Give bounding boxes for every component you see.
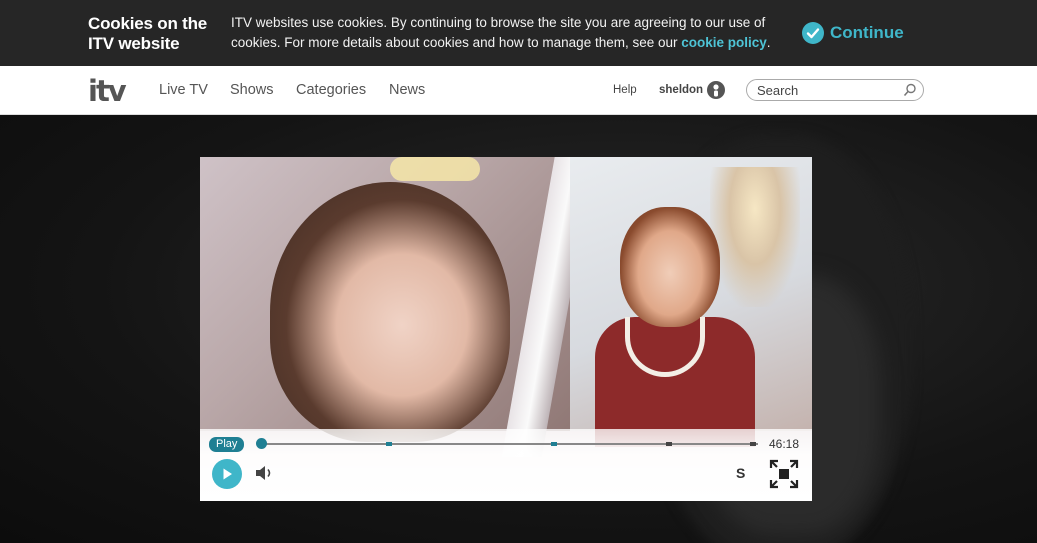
search-input[interactable]: Search — [757, 83, 798, 98]
continue-label: Continue — [830, 23, 904, 42]
play-icon — [223, 468, 232, 480]
continue-button[interactable]: Continue — [802, 21, 904, 45]
duration-label: 46:18 — [769, 437, 800, 451]
chapter-marker — [386, 442, 392, 446]
search-icon[interactable] — [903, 83, 917, 102]
video-person-left — [270, 182, 510, 442]
help-link[interactable]: Help — [613, 84, 637, 96]
nav-news[interactable]: News — [389, 82, 425, 98]
user-name-link[interactable]: sheldon — [659, 84, 703, 96]
cookie-message: ITV websites use cookies. By continuing … — [231, 13, 791, 53]
check-icon — [802, 22, 824, 44]
progress-track[interactable] — [260, 443, 758, 445]
user-icon[interactable] — [707, 81, 725, 99]
nav-live-tv[interactable]: Live TV — [159, 82, 208, 98]
video-person-right — [620, 207, 720, 327]
nav-categories[interactable]: Categories — [296, 82, 366, 98]
video-backdrop — [710, 167, 800, 307]
cookie-title: Cookies on the ITV website — [88, 14, 208, 53]
cookie-policy-link[interactable]: cookie policy — [681, 35, 767, 50]
main-nav: itv Live TV Shows Categories News Help s… — [0, 66, 1037, 115]
chapter-marker — [666, 442, 672, 446]
player-controls: Play 46:18 S — [200, 429, 812, 501]
subtitles-button[interactable]: S — [736, 465, 745, 481]
chapter-marker — [750, 442, 756, 446]
cookie-banner: Cookies on the ITV website ITV websites … — [0, 0, 1037, 66]
play-button[interactable] — [212, 459, 242, 489]
itv-logo[interactable]: itv — [88, 77, 127, 106]
nav-shows[interactable]: Shows — [230, 82, 274, 98]
fullscreen-icon[interactable] — [769, 459, 799, 494]
volume-icon[interactable] — [254, 464, 274, 487]
progress-thumb[interactable] — [256, 438, 267, 449]
cookie-message-end: . — [766, 35, 771, 50]
chapter-marker — [551, 442, 557, 446]
play-badge: Play — [209, 437, 245, 452]
search-box[interactable]: Search — [746, 79, 924, 101]
video-frame-right — [570, 157, 812, 447]
video-sunglasses — [390, 157, 480, 181]
video-player[interactable]: Play 46:18 S — [200, 157, 812, 501]
